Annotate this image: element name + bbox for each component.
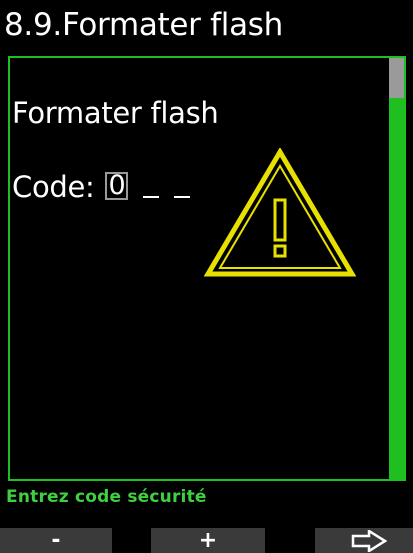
content-panel: Formater flash Code: 0 (8, 56, 406, 481)
status-message: Entrez code sécurité (6, 487, 207, 507)
arrow-right-icon (351, 530, 387, 552)
security-code-row: Code: 0 (12, 170, 191, 206)
code-digit-placeholder[interactable] (174, 174, 191, 198)
scrollbar[interactable] (389, 58, 404, 479)
page-title: 8.9.Formater flash (4, 7, 283, 43)
plus-button[interactable]: + (151, 528, 265, 553)
code-digit-placeholder[interactable] (143, 174, 160, 198)
minus-button[interactable]: - (0, 528, 112, 553)
title-bar: 8.9.Formater flash (0, 0, 413, 50)
code-label: Code: (12, 170, 95, 204)
menu-item-title: Formater flash (12, 96, 219, 130)
next-button[interactable] (315, 528, 413, 553)
code-digit-input[interactable]: 0 (105, 172, 129, 200)
scrollbar-thumb[interactable] (389, 58, 404, 98)
warning-triangle-icon (204, 148, 356, 277)
